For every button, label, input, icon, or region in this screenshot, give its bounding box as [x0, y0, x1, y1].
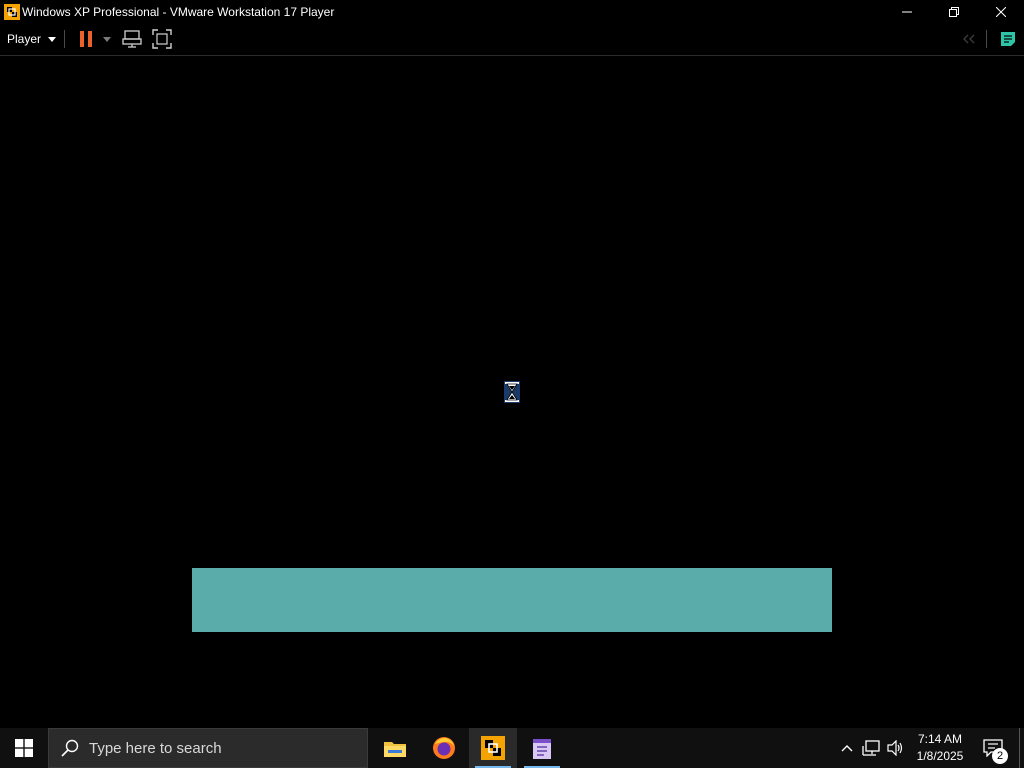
- boot-progress-bar: [192, 568, 832, 632]
- chevron-down-icon: [48, 36, 57, 42]
- full-screen-icon: [152, 29, 172, 49]
- back-arrows-icon: [963, 34, 975, 44]
- network-icon: [862, 740, 880, 756]
- notification-center-button[interactable]: 2: [976, 728, 1010, 768]
- taskbar-notepad[interactable]: [518, 728, 566, 768]
- toolbar-divider: [64, 30, 65, 48]
- clock-time: 7:14 AM: [917, 732, 963, 746]
- taskbar-firefox[interactable]: [420, 728, 468, 768]
- start-button[interactable]: [0, 728, 48, 768]
- pause-button[interactable]: [74, 28, 98, 50]
- window-title: Windows XP Professional - VMware Worksta…: [22, 4, 335, 19]
- notepad-icon: [533, 739, 551, 759]
- clock-date: 1/8/2025: [916, 749, 964, 763]
- firefox-icon: [433, 737, 455, 759]
- taskbar-file-explorer[interactable]: [371, 728, 419, 768]
- player-toolbar: Player: [0, 23, 1024, 56]
- toolbar-divider: [986, 30, 987, 48]
- search-icon: [61, 739, 79, 757]
- guest-screen[interactable]: [0, 56, 1024, 728]
- vmware-player-icon[interactable]: [3, 3, 20, 20]
- chevron-down-icon: [103, 36, 111, 42]
- restore-icon: [948, 6, 959, 17]
- search-box[interactable]: Type here to search: [48, 728, 368, 768]
- full-screen-button[interactable]: [150, 28, 174, 50]
- chevron-up-icon: [841, 745, 853, 752]
- notes-button[interactable]: [996, 28, 1020, 50]
- windows-logo-icon: [15, 739, 33, 757]
- search-placeholder: Type here to search: [89, 739, 222, 757]
- title-bar: Windows XP Professional - VMware Worksta…: [0, 0, 1024, 23]
- show-desktop-button[interactable]: [1019, 728, 1020, 768]
- notes-icon: [1001, 32, 1015, 46]
- close-button[interactable]: [977, 0, 1024, 23]
- volume-button[interactable]: [884, 728, 908, 768]
- minimize-icon: [901, 11, 912, 12]
- volume-icon: [887, 740, 903, 756]
- show-hidden-icons-button[interactable]: [836, 728, 858, 768]
- pause-icon: [80, 31, 92, 47]
- vmware-player-icon: [481, 736, 505, 760]
- back-arrows-button[interactable]: [958, 28, 980, 50]
- restore-button[interactable]: [930, 0, 977, 23]
- file-explorer-icon: [384, 742, 406, 757]
- notification-count-badge: 2: [992, 748, 1008, 764]
- player-menu-label: Player: [7, 32, 42, 46]
- send-ctrl-alt-del-button[interactable]: [120, 28, 144, 50]
- taskbar: Type here to search 7:14 AM 1/8/2025 2: [0, 728, 1024, 768]
- send-ctrl-alt-del-icon: [122, 30, 142, 48]
- pause-dropdown-button[interactable]: [100, 28, 114, 50]
- taskbar-clock[interactable]: 7:14 AM 1/8/2025: [910, 731, 970, 765]
- hourglass-icon: [504, 381, 520, 403]
- network-button[interactable]: [859, 728, 883, 768]
- player-menu-button[interactable]: Player: [4, 28, 59, 50]
- close-icon: [995, 6, 1006, 17]
- minimize-button[interactable]: [883, 0, 930, 23]
- taskbar-vmware-player[interactable]: [469, 728, 517, 768]
